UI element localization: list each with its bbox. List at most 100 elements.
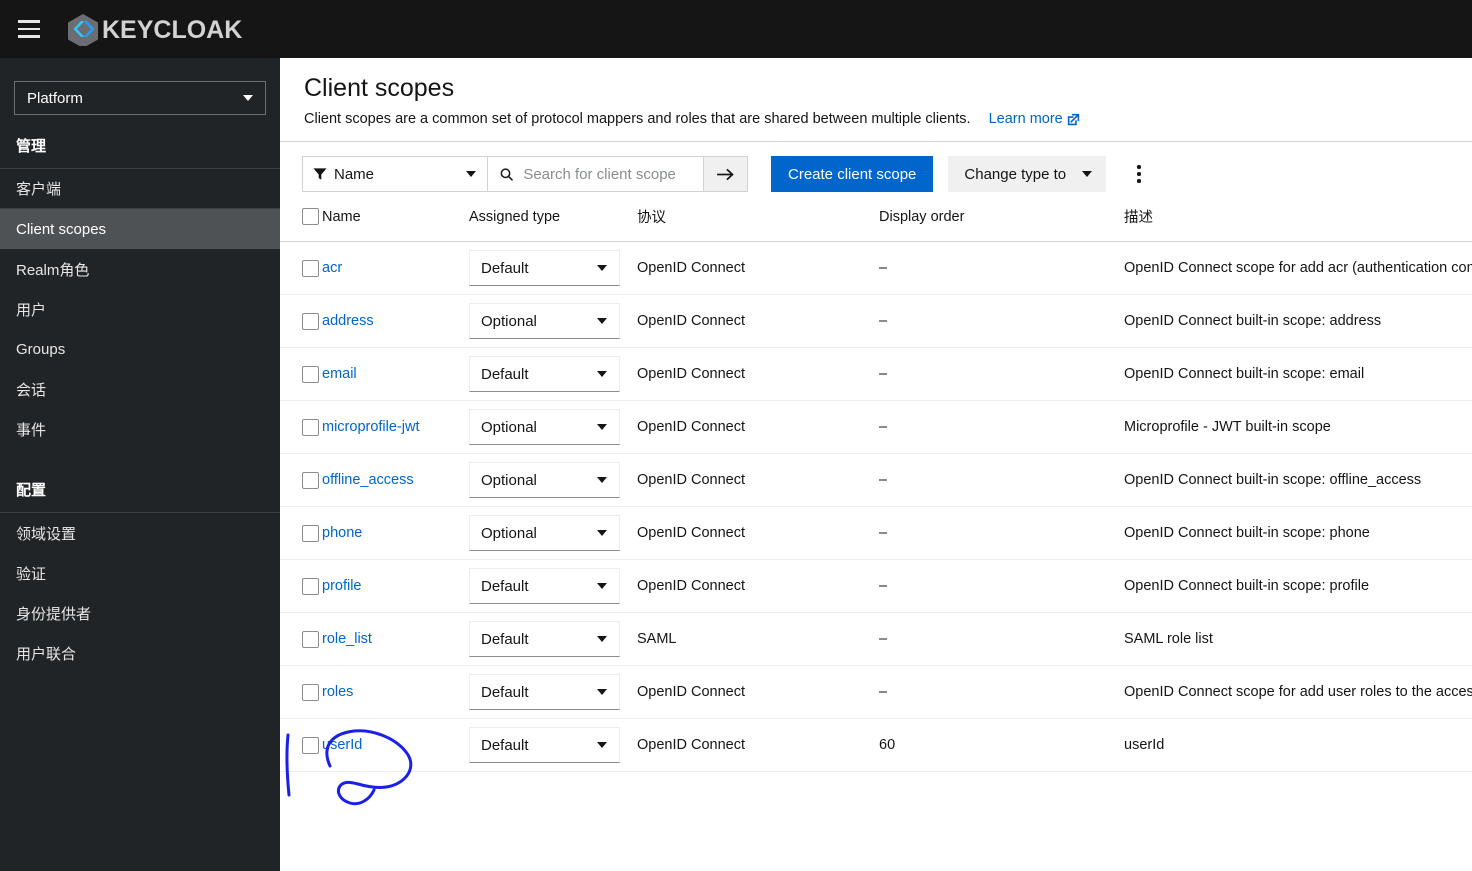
hamburger-icon[interactable] bbox=[6, 0, 52, 58]
client-scope-link[interactable]: address bbox=[322, 313, 374, 329]
nav-section-title-manage: 管理 bbox=[16, 138, 47, 155]
column-header-description[interactable]: 描述 bbox=[1124, 206, 1472, 242]
row-checkbox[interactable] bbox=[302, 683, 319, 701]
cell-display-order: – bbox=[879, 559, 1124, 613]
chevron-down-icon bbox=[597, 265, 607, 271]
sidebar-item-label: 领域设置 bbox=[16, 525, 77, 543]
client-scope-link[interactable]: profile bbox=[322, 578, 362, 594]
row-checkbox[interactable] bbox=[302, 630, 319, 648]
assigned-type-dropdown[interactable]: Default bbox=[469, 621, 620, 657]
cell-description: userId bbox=[1124, 718, 1472, 772]
brand-logo[interactable]: KEYCLOAK bbox=[66, 0, 252, 58]
chevron-down-icon bbox=[597, 583, 607, 589]
row-select-cell bbox=[280, 506, 322, 560]
client-scope-link[interactable]: role_list bbox=[322, 631, 372, 647]
row-checkbox[interactable] bbox=[302, 524, 319, 542]
assigned-type-value: Default bbox=[481, 683, 529, 701]
change-type-label: Change type to bbox=[964, 165, 1067, 183]
table-row: acr Default OpenID Connect – OpenID Connect … bbox=[280, 241, 1472, 295]
sidebar-item-realm-settings[interactable]: 领域设置 bbox=[0, 513, 280, 553]
client-scope-link[interactable]: acr bbox=[322, 260, 342, 276]
table-row: roles Default OpenID Connect – OpenID Connec… bbox=[280, 665, 1472, 719]
cell-assigned-type: Default bbox=[469, 718, 637, 772]
cell-description: OpenID Connect built-in scope: profile bbox=[1124, 559, 1472, 613]
row-checkbox[interactable] bbox=[302, 471, 319, 489]
assigned-type-dropdown[interactable]: Default bbox=[469, 250, 620, 286]
row-select-cell bbox=[280, 718, 322, 772]
main-content: Client scopes Client scopes are a common… bbox=[280, 58, 1472, 871]
cell-display-order: – bbox=[879, 453, 1124, 507]
sidebar-item-clients[interactable]: 客户端 bbox=[0, 169, 280, 209]
sidebar-item-users[interactable]: 用户 bbox=[0, 289, 280, 329]
cell-assigned-type: Optional bbox=[469, 453, 637, 507]
table-row: role_list Default SAML – SAML role list bbox=[280, 612, 1472, 666]
cell-display-order: – bbox=[879, 294, 1124, 348]
cell-protocol: OpenID Connect bbox=[637, 347, 879, 401]
chevron-down-icon bbox=[466, 171, 476, 177]
client-scope-link[interactable]: offline_access bbox=[322, 472, 414, 488]
sidebar-item-groups[interactable]: Groups bbox=[0, 329, 280, 369]
cell-assigned-type: Default bbox=[469, 241, 637, 295]
cell-display-order: – bbox=[879, 612, 1124, 666]
column-header-protocol[interactable]: 协议 bbox=[637, 206, 879, 242]
table-row: offline_access Optional OpenID Connect – Ope… bbox=[280, 453, 1472, 507]
realm-selector[interactable]: Platform bbox=[14, 81, 266, 115]
search-submit-button[interactable] bbox=[704, 156, 748, 192]
assigned-type-dropdown[interactable]: Default bbox=[469, 356, 620, 392]
row-checkbox[interactable] bbox=[302, 577, 319, 595]
client-scope-link[interactable]: microprofile-jwt bbox=[322, 419, 420, 435]
toolbar: Name Create client scope Change ty bbox=[280, 142, 1472, 206]
learn-more-link[interactable]: Learn more bbox=[989, 111, 1080, 127]
nav-section-manage-header: 管理 bbox=[0, 135, 280, 169]
assigned-type-dropdown[interactable]: Optional bbox=[469, 303, 620, 339]
search-input[interactable] bbox=[521, 164, 693, 184]
assigned-type-dropdown[interactable]: Default bbox=[469, 568, 620, 604]
sidebar-item-user-federation[interactable]: 用户联合 bbox=[0, 633, 280, 673]
cell-assigned-type: Default bbox=[469, 347, 637, 401]
row-checkbox[interactable] bbox=[302, 259, 319, 277]
column-header-assigned-type[interactable]: Assigned type bbox=[469, 206, 637, 242]
kebab-menu-icon[interactable] bbox=[1120, 156, 1158, 192]
client-scope-link[interactable]: roles bbox=[322, 684, 353, 700]
sidebar-item-realm-roles[interactable]: Realm角色 bbox=[0, 249, 280, 289]
row-select-cell bbox=[280, 400, 322, 454]
sidebar-item-identity-providers[interactable]: 身份提供者 bbox=[0, 593, 280, 633]
select-all-header bbox=[280, 206, 322, 242]
row-checkbox[interactable] bbox=[302, 418, 319, 436]
page-description-text: Client scopes are a common set of protoc… bbox=[304, 111, 971, 127]
row-checkbox[interactable] bbox=[302, 736, 319, 754]
client-scope-link[interactable]: email bbox=[322, 366, 357, 382]
assigned-type-dropdown[interactable]: Optional bbox=[469, 462, 620, 498]
nav-section-title-configure: 配置 bbox=[0, 479, 280, 513]
client-scope-link[interactable]: userId bbox=[322, 737, 362, 753]
table-row: phone Optional OpenID Connect – OpenID Conne… bbox=[280, 506, 1472, 560]
column-header-display-order[interactable]: Display order bbox=[879, 206, 1124, 242]
page-title: Client scopes bbox=[304, 74, 455, 102]
filter-dropdown[interactable]: Name bbox=[302, 156, 488, 192]
assigned-type-dropdown[interactable]: Default bbox=[469, 727, 620, 763]
chevron-down-icon bbox=[597, 424, 607, 430]
client-scope-link[interactable]: phone bbox=[322, 525, 362, 541]
svg-text:KEYCLOAK: KEYCLOAK bbox=[102, 16, 242, 44]
assigned-type-dropdown[interactable]: Optional bbox=[469, 515, 620, 551]
assigned-type-value: Default bbox=[481, 736, 529, 754]
external-link-icon bbox=[1067, 113, 1079, 125]
change-type-dropdown[interactable]: Change type to bbox=[948, 156, 1107, 192]
assigned-type-dropdown[interactable]: Default bbox=[469, 674, 620, 710]
assigned-type-dropdown[interactable]: Optional bbox=[469, 409, 620, 445]
row-checkbox[interactable] bbox=[302, 312, 319, 330]
column-header-name[interactable]: Name bbox=[322, 206, 469, 242]
sidebar-item-events[interactable]: 事件 bbox=[0, 409, 280, 449]
sidebar-item-authentication[interactable]: 验证 bbox=[0, 553, 280, 593]
select-all-checkbox[interactable] bbox=[302, 208, 319, 225]
sidebar-item-sessions[interactable]: 会话 bbox=[0, 369, 280, 409]
page-header: Client scopes Client scopes are a common… bbox=[280, 58, 1472, 142]
cell-description: OpenID Connect built-in scope: phone bbox=[1124, 506, 1472, 560]
sidebar-item-client-scopes[interactable]: Client scopes bbox=[0, 209, 280, 249]
create-client-scope-button[interactable]: Create client scope bbox=[771, 156, 934, 192]
table-row: microprofile-jwt Optional OpenID Connect – M… bbox=[280, 400, 1472, 454]
assigned-type-value: Default bbox=[481, 630, 529, 648]
sidebar-item-label: 身份提供者 bbox=[16, 605, 92, 623]
row-checkbox[interactable] bbox=[302, 365, 319, 383]
table-row: profile Default OpenID Connect – OpenID Conn… bbox=[280, 559, 1472, 613]
